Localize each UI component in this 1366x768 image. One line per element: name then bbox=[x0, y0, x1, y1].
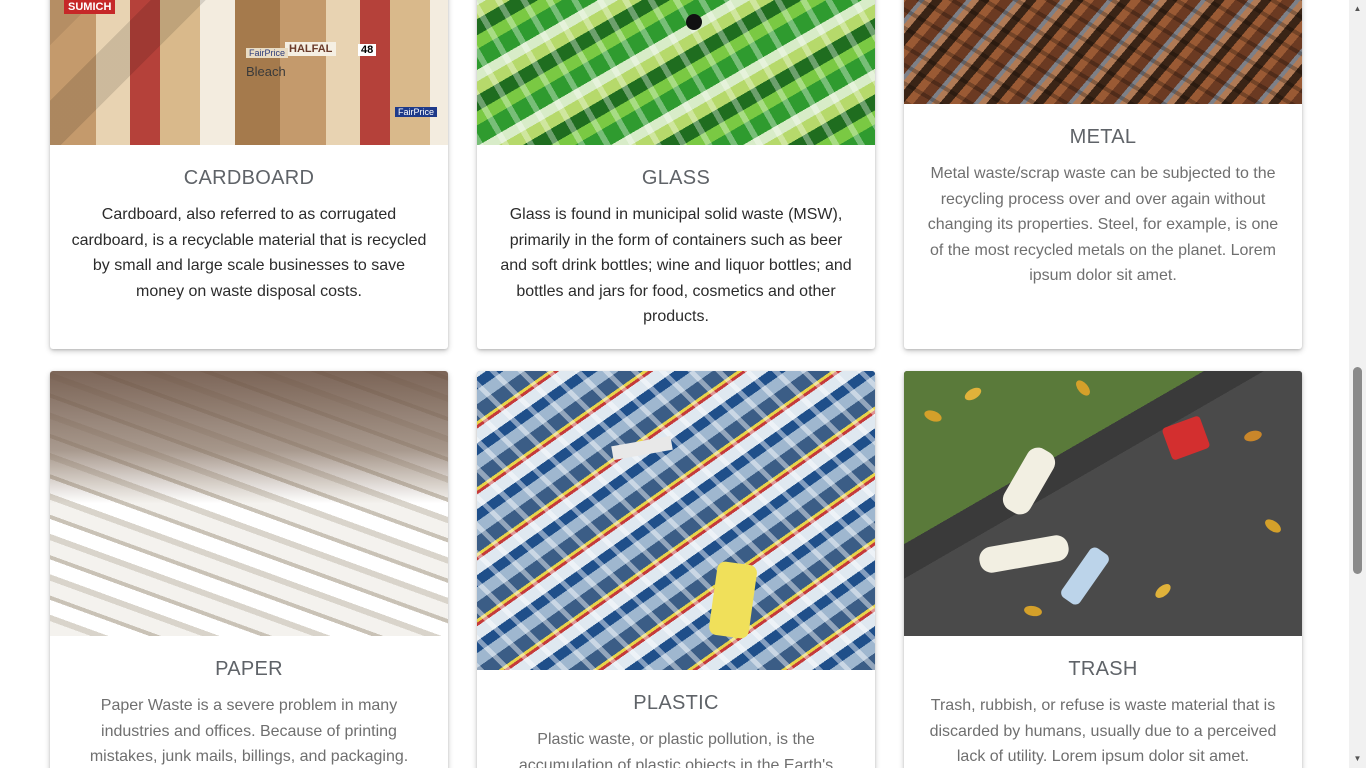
image-label: Bleach bbox=[246, 64, 286, 79]
image-label: FairPrice bbox=[395, 107, 438, 117]
card-body: METAL Metal waste/scrap waste can be sub… bbox=[904, 125, 1302, 289]
bottle-cap-icon bbox=[686, 14, 702, 30]
plastic-image bbox=[477, 371, 875, 670]
bottle-shape bbox=[611, 435, 673, 461]
leaf-shape bbox=[922, 408, 944, 424]
leaf-shape bbox=[962, 385, 984, 403]
card-title: CARDBOARD bbox=[183, 167, 315, 189]
image-label: 48 bbox=[358, 44, 377, 56]
card-title: METAL bbox=[1069, 126, 1137, 148]
card-text: Plastic waste, or plastic pollution, is … bbox=[518, 731, 834, 768]
leaf-shape bbox=[1152, 581, 1174, 601]
leaf-shape bbox=[1262, 516, 1284, 536]
card-title: GLASS bbox=[641, 167, 711, 189]
card-body: PLASTIC Plastic waste, or plastic pollut… bbox=[477, 691, 875, 768]
card-title: TRASH bbox=[1068, 658, 1138, 680]
glass-image bbox=[477, 0, 875, 145]
red-cup-shape bbox=[1161, 415, 1211, 461]
image-label: HALFAL bbox=[285, 42, 337, 56]
trash-image bbox=[904, 371, 1302, 636]
glove-shape bbox=[977, 533, 1071, 575]
card-text: Trash, rubbish, or refuse is waste mater… bbox=[929, 697, 1277, 765]
metal-image bbox=[904, 0, 1302, 104]
card-body: TRASH Trash, rubbish, or refuse is waste… bbox=[904, 657, 1302, 768]
card-glass: GLASS Glass is found in municipal solid … bbox=[477, 0, 875, 349]
card-cardboard: SUMICH HALFAL FairPrice Bleach FairPrice… bbox=[50, 0, 448, 349]
card-body: GLASS Glass is found in municipal solid … bbox=[477, 166, 875, 330]
card-body: CARDBOARD Cardboard, also referred to as… bbox=[50, 166, 448, 304]
card-title: PLASTIC bbox=[633, 692, 719, 714]
image-label: SUMICH bbox=[64, 0, 116, 14]
glove-shape bbox=[998, 443, 1060, 519]
card-text: Glass is found in municipal solid waste … bbox=[500, 206, 852, 325]
cardboard-image: SUMICH HALFAL FairPrice Bleach FairPrice… bbox=[50, 0, 448, 145]
card-text: Cardboard, also referred to as corrugate… bbox=[71, 206, 427, 300]
card-trash: TRASH Trash, rubbish, or refuse is waste… bbox=[904, 371, 1302, 768]
scroll-down-arrow-icon[interactable]: ▼ bbox=[1353, 754, 1362, 763]
bottle-shape bbox=[708, 560, 758, 640]
card-text: Metal waste/scrap waste can be subjected… bbox=[927, 165, 1279, 284]
leaf-shape bbox=[1023, 604, 1043, 618]
card-body: PAPER Paper Waste is a severe problem in… bbox=[50, 657, 448, 768]
paper-image bbox=[50, 371, 448, 636]
card-title: PAPER bbox=[215, 658, 283, 680]
scrollbar[interactable]: ▲ ▼ bbox=[1349, 0, 1366, 768]
scroll-up-arrow-icon[interactable]: ▲ bbox=[1353, 4, 1362, 13]
card-metal: METAL Metal waste/scrap waste can be sub… bbox=[904, 0, 1302, 349]
scrollbar-thumb[interactable] bbox=[1353, 367, 1362, 574]
card-text: Paper Waste is a severe problem in many … bbox=[89, 697, 409, 765]
card-plastic: PLASTIC Plastic waste, or plastic pollut… bbox=[477, 371, 875, 768]
leaf-shape bbox=[1073, 377, 1093, 399]
image-label: FairPrice bbox=[246, 48, 289, 58]
card-paper: PAPER Paper Waste is a severe problem in… bbox=[50, 371, 448, 768]
leaf-shape bbox=[1243, 428, 1263, 444]
